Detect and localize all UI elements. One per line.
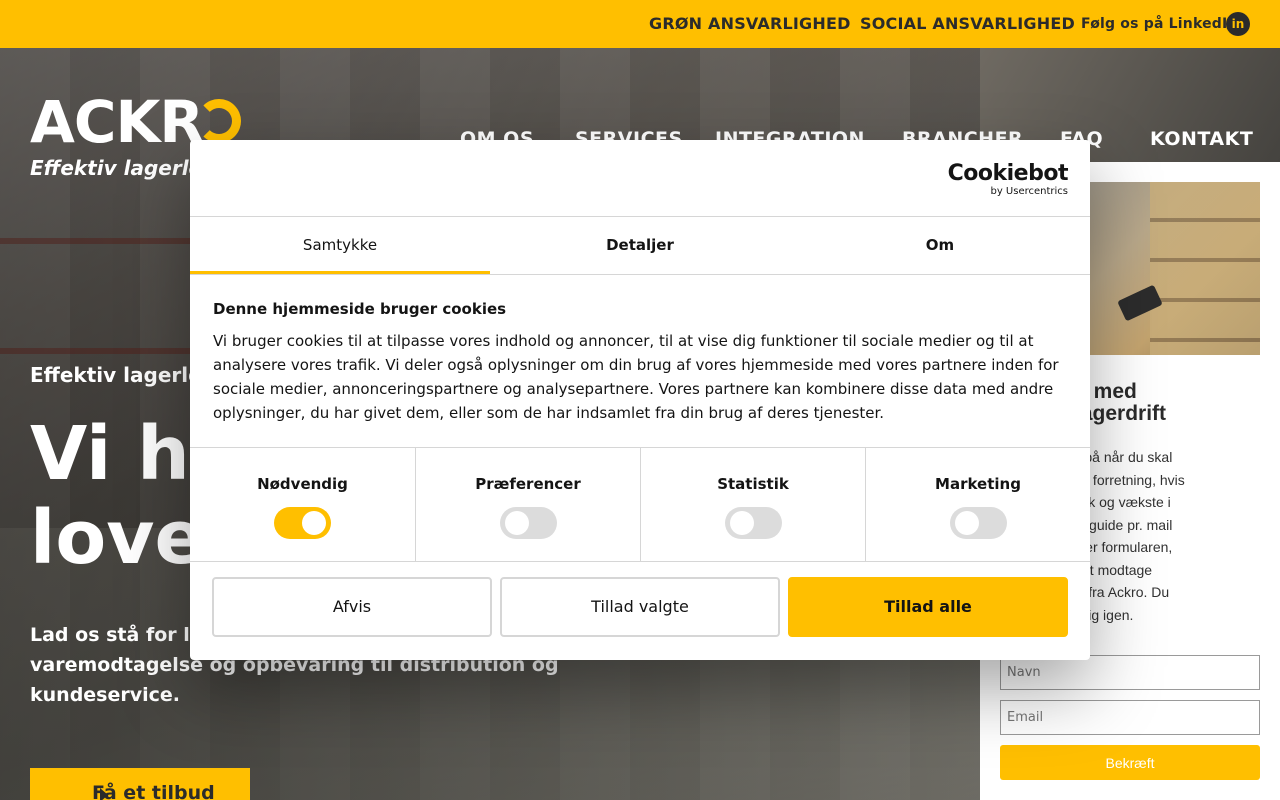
cookie-heading: Denne hjemmeside bruger cookies [213, 300, 507, 318]
cookie-dialog: Cookiebot by Usercentrics Samtykke Detal… [190, 140, 1090, 660]
toggle-knob [730, 511, 754, 535]
category-label: Præferencer [475, 475, 581, 493]
play-arrow-icon [100, 788, 108, 800]
cookiebot-logo-sub: by Usercentrics [990, 186, 1068, 197]
category-label: Statistik [717, 475, 789, 493]
top-bar: GRØN ANSVARLIGHED SOCIAL ANSVARLIGHED Fø… [0, 0, 1280, 48]
email-field[interactable] [1000, 700, 1260, 735]
photo-shelves [1150, 182, 1260, 355]
linkedin-link[interactable]: Følg os på LinkedIn [1081, 16, 1238, 32]
get-quote-label: Få et tilbud [92, 782, 215, 800]
tab-samtykke[interactable]: Samtykke [190, 217, 490, 274]
name-field[interactable] [1000, 655, 1260, 690]
logo[interactable]: ACKR [30, 92, 204, 152]
toggle-knob [955, 511, 979, 535]
necessary-toggle[interactable] [274, 507, 331, 539]
confirm-button[interactable]: Bekræft [1000, 745, 1260, 780]
toggle-knob [302, 511, 326, 535]
category-statistics: Statistik [640, 448, 865, 561]
category-preferences: Præferencer [415, 448, 640, 561]
cookiebot-logo-main: Cookiebot [947, 161, 1069, 186]
nav-item-kontakt[interactable]: KONTAKT [1150, 128, 1253, 150]
category-label: Marketing [935, 475, 1021, 493]
cookie-tabs: Samtykke Detaljer Om [190, 216, 1090, 275]
category-marketing: Marketing [865, 448, 1090, 561]
get-quote-button[interactable]: Få et tilbud [30, 768, 250, 800]
social-responsibility-link[interactable]: SOCIAL ANSVARLIGHED [860, 14, 1075, 33]
preferences-toggle[interactable] [500, 507, 557, 539]
allow-all-button[interactable]: Tillad alle [788, 577, 1068, 637]
hero-eyebrow: Effektiv lagerlo [30, 363, 202, 387]
green-responsibility-link[interactable]: GRØN ANSVARLIGHED [649, 14, 851, 33]
linkedin-icon[interactable]: in [1226, 12, 1250, 36]
reject-button[interactable]: Afvis [212, 577, 492, 637]
marketing-toggle[interactable] [950, 507, 1007, 539]
tab-om[interactable]: Om [790, 217, 1090, 274]
cookiebot-logo: Cookiebot by Usercentrics [947, 161, 1069, 198]
logo-tagline: Effektiv lagerlog [30, 156, 217, 180]
tab-detaljer[interactable]: Detaljer [490, 217, 790, 274]
statistics-toggle[interactable] [725, 507, 782, 539]
category-label: Nødvendig [257, 475, 348, 493]
allow-selected-button[interactable]: Tillad valgte [500, 577, 780, 637]
toggle-knob [505, 511, 529, 535]
cookie-categories: Nødvendig Præferencer Statistik Marketin… [190, 447, 1090, 562]
cookie-body-text: Vi bruger cookies til at tilpasse vores … [213, 332, 1059, 422]
category-necessary: Nødvendig [190, 448, 415, 561]
logo-ring-icon [197, 99, 241, 143]
